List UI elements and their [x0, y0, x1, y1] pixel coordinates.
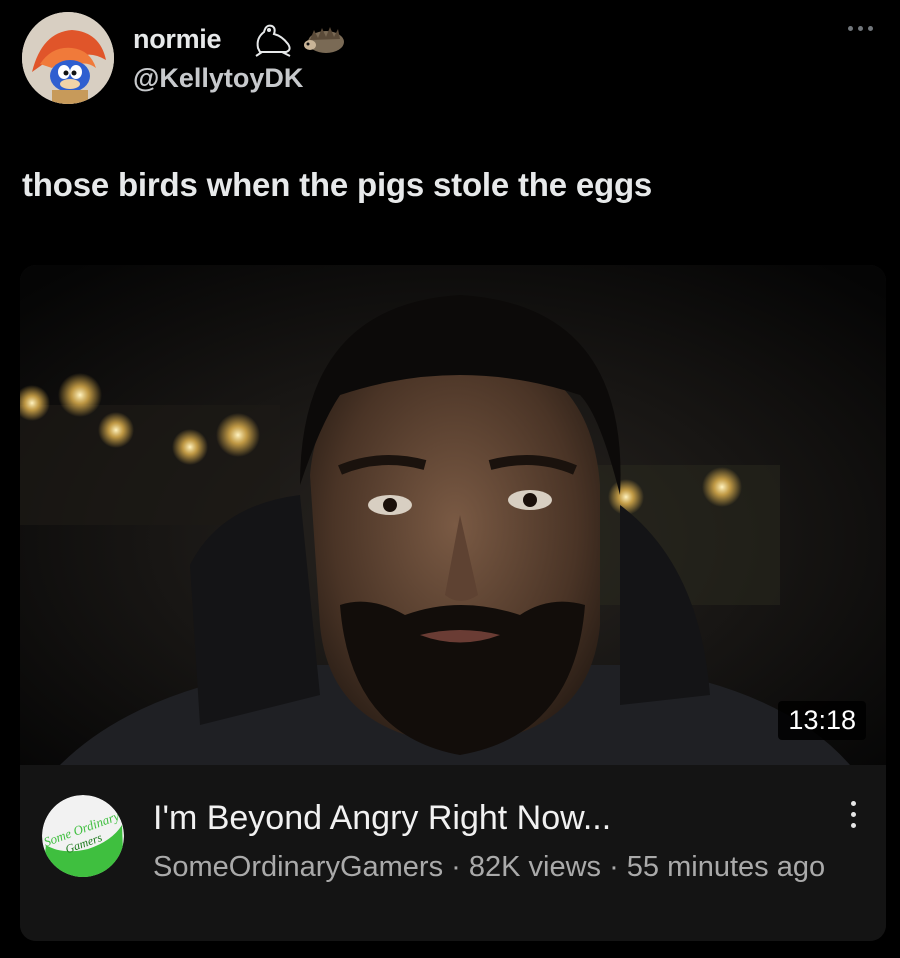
video-title[interactable]: I'm Beyond Angry Right Now... — [153, 799, 611, 838]
tweet-text: those birds when the pigs stole the eggs — [22, 166, 653, 203]
more-vertical-icon[interactable] — [846, 801, 860, 841]
channel-logo[interactable]: Some Ordinary Gamers — [42, 795, 124, 877]
user-handle[interactable]: @KellytoyDK — [133, 63, 303, 94]
more-options-icon[interactable] — [848, 26, 884, 38]
video-meta: SomeOrdinaryGamers · 82K views · 55 minu… — [153, 851, 826, 883]
tweet-header: normie @KellytoyDK — [0, 0, 900, 130]
frog-icon — [252, 18, 296, 63]
user-avatar[interactable] — [22, 12, 114, 104]
video-info: Some Ordinary Gamers I'm Beyond Angry Ri… — [20, 765, 886, 941]
video-thumbnail[interactable]: 13:18 — [20, 265, 886, 765]
name-emojis — [252, 18, 348, 63]
video-card[interactable]: 13:18 Some Ordinary Gamers I'm Beyond An… — [20, 265, 886, 941]
hedgehog-icon — [302, 18, 348, 63]
video-duration: 13:18 — [778, 701, 866, 740]
display-name[interactable]: normie — [133, 24, 222, 55]
